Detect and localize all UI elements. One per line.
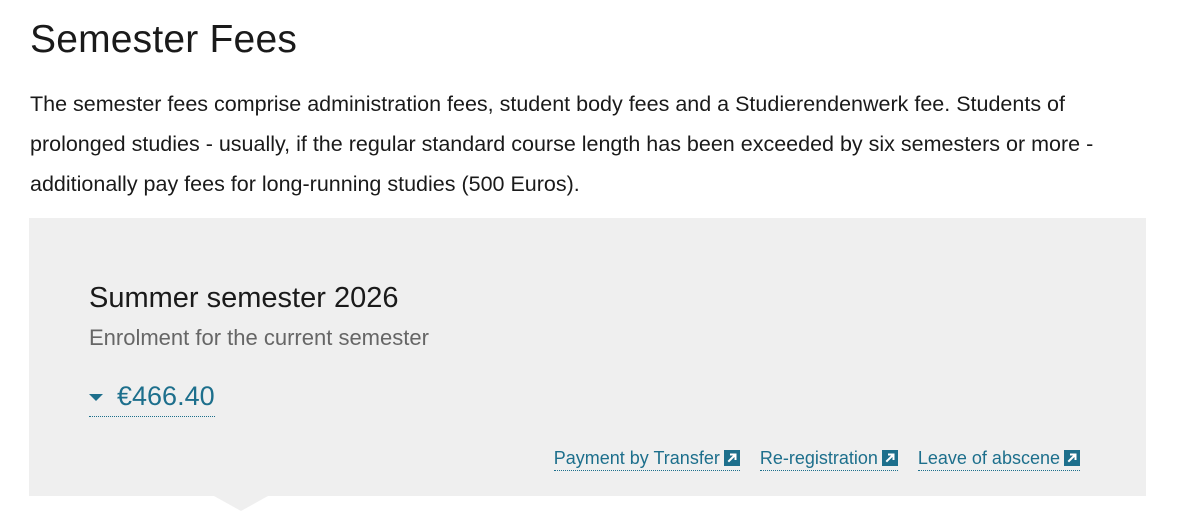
- leave-of-absence-link[interactable]: Leave of abscene: [917, 446, 1080, 471]
- external-link-icon: [723, 450, 740, 466]
- semester-subtitle: Enrolment for the current semester: [89, 325, 429, 350]
- external-link-icon: [881, 450, 898, 466]
- page-title: Semester Fees: [30, 18, 298, 61]
- caret-down-icon: [89, 393, 103, 401]
- panel-pointer: [214, 496, 268, 511]
- external-link-icon: [1064, 450, 1080, 466]
- intro-paragraph: The semester fees comprise administratio…: [30, 92, 1094, 196]
- payment-by-transfer-link[interactable]: Payment by Transfer: [553, 446, 740, 471]
- fee-links: Payment by Transfer Re-registration Leav…: [553, 446, 1080, 471]
- fee-panel: Summer semester 2026 Enrolment for the c…: [29, 218, 1146, 496]
- link-label: Payment by Transfer: [553, 448, 720, 468]
- semester-title: Summer semester 2026: [89, 282, 399, 314]
- link-label: Re-registration: [759, 448, 878, 468]
- fee-amount: €466.40: [117, 381, 215, 411]
- link-label: Leave of abscene: [917, 448, 1060, 468]
- re-registration-link[interactable]: Re-registration: [759, 446, 898, 471]
- fee-amount-toggle[interactable]: €466.40: [89, 378, 215, 417]
